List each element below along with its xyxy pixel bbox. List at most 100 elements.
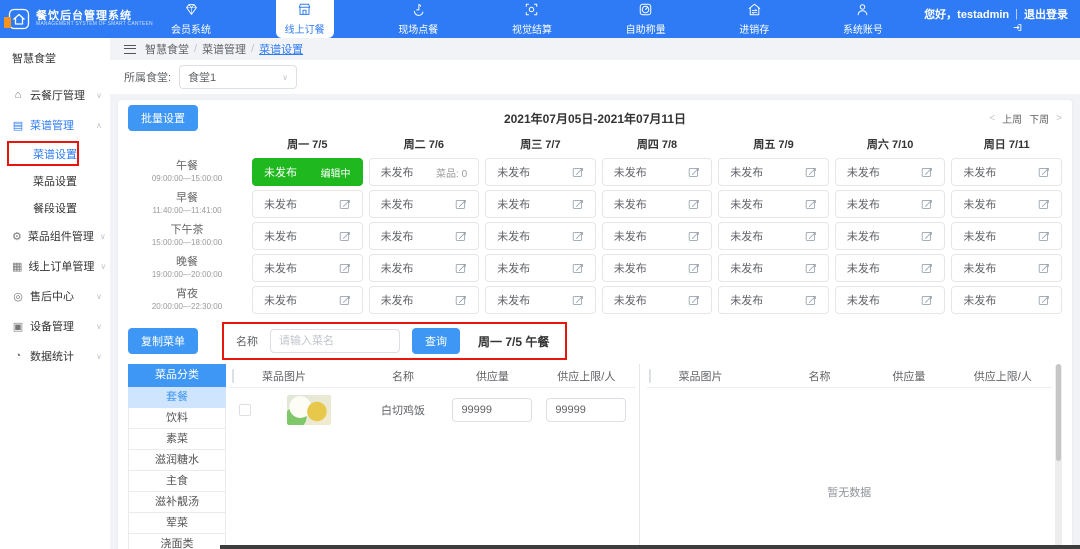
edit-icon[interactable] — [921, 230, 933, 242]
edit-icon[interactable] — [455, 230, 467, 242]
edit-icon[interactable] — [688, 294, 700, 306]
sidebar-group[interactable]: ⚙ 菜品组件管理 ∨ — [0, 221, 110, 251]
category-item[interactable]: 饮料 — [128, 408, 226, 429]
nav-item-onsite-order[interactable]: 现场点餐 — [389, 0, 447, 38]
supply-input[interactable] — [452, 398, 532, 422]
sidebar-group[interactable]: ◔ 数据统计 ∨ — [0, 341, 110, 371]
nav-item-vision-settle[interactable]: 视觉结算 — [503, 0, 561, 38]
breadcrumb-item[interactable]: 菜谱管理 — [202, 41, 246, 57]
schedule-cell[interactable]: 未发布 — [718, 158, 829, 186]
edit-icon[interactable] — [688, 230, 700, 242]
sidebar-group[interactable]: ▣ 设备管理 ∨ — [0, 311, 110, 341]
breadcrumb-item[interactable]: 菜谱设置 — [259, 41, 303, 57]
canteen-select[interactable]: 食堂1 ∨ — [179, 65, 297, 89]
schedule-cell[interactable]: 未发布 — [252, 254, 363, 282]
category-item[interactable]: 滋润糖水 — [128, 450, 226, 471]
prev-week-link[interactable]: 上周 — [1002, 111, 1022, 126]
edit-icon[interactable] — [1038, 166, 1050, 178]
schedule-cell[interactable]: 未发布 — [369, 286, 480, 314]
edit-icon[interactable] — [455, 198, 467, 210]
schedule-cell[interactable]: 未发布 — [485, 190, 596, 218]
edit-icon[interactable] — [572, 262, 584, 274]
collapse-menu-icon[interactable] — [124, 45, 136, 54]
schedule-cell[interactable]: 未发布 — [252, 286, 363, 314]
nav-item-system-account[interactable]: 系统账号 — [834, 0, 892, 38]
edit-icon[interactable] — [1038, 262, 1050, 274]
sidebar-group[interactable]: ▦ 线上订单管理 ∨ — [0, 251, 110, 281]
category-item[interactable]: 素菜 — [128, 429, 226, 450]
schedule-cell[interactable]: 未发布 — [485, 222, 596, 250]
schedule-cell[interactable]: 未发布编辑中 — [252, 158, 363, 186]
edit-icon[interactable] — [572, 198, 584, 210]
schedule-cell[interactable]: 未发布 — [718, 222, 829, 250]
schedule-cell[interactable]: 未发布 — [485, 158, 596, 186]
search-button[interactable]: 查询 — [412, 328, 460, 354]
schedule-cell[interactable]: 未发布 — [602, 158, 713, 186]
edit-icon[interactable] — [921, 198, 933, 210]
sidebar-subitem[interactable]: 餐段设置 — [0, 194, 110, 221]
category-item[interactable]: 浇面类 — [128, 534, 226, 549]
schedule-cell[interactable]: 未发布 — [252, 190, 363, 218]
select-all-checkbox[interactable] — [649, 369, 651, 383]
edit-icon[interactable] — [805, 294, 817, 306]
limit-per-person-input[interactable] — [546, 398, 626, 422]
schedule-cell[interactable]: 未发布 — [602, 190, 713, 218]
edit-icon[interactable] — [921, 294, 933, 306]
edit-icon[interactable] — [805, 230, 817, 242]
schedule-cell[interactable]: 未发布 — [835, 158, 946, 186]
edit-icon[interactable] — [572, 230, 584, 242]
edit-icon[interactable] — [921, 262, 933, 274]
batch-setting-button[interactable]: 批量设置 — [128, 105, 198, 131]
nav-item-inventory[interactable]: 进销存 — [730, 0, 778, 38]
edit-icon[interactable] — [339, 198, 351, 210]
schedule-cell[interactable]: 未发布 — [951, 190, 1062, 218]
edit-icon[interactable] — [455, 262, 467, 274]
schedule-cell[interactable]: 未发布 — [602, 222, 713, 250]
edit-icon[interactable] — [455, 294, 467, 306]
schedule-cell[interactable]: 未发布 — [485, 254, 596, 282]
edit-icon[interactable] — [572, 294, 584, 306]
logout-icon[interactable] — [1013, 23, 1022, 32]
schedule-cell[interactable]: 未发布 — [718, 254, 829, 282]
schedule-cell[interactable]: 未发布 — [369, 254, 480, 282]
schedule-cell[interactable]: 未发布 — [951, 254, 1062, 282]
schedule-cell[interactable]: 未发布 — [951, 286, 1062, 314]
schedule-cell[interactable]: 未发布 — [718, 286, 829, 314]
edit-icon[interactable] — [339, 294, 351, 306]
schedule-cell[interactable]: 未发布 — [252, 222, 363, 250]
schedule-cell[interactable]: 未发布 — [369, 222, 480, 250]
vertical-scrollbar[interactable] — [1055, 364, 1062, 549]
schedule-cell[interactable]: 未发布 — [602, 254, 713, 282]
edit-icon[interactable] — [1038, 230, 1050, 242]
edit-icon[interactable] — [1038, 294, 1050, 306]
edit-icon[interactable] — [805, 166, 817, 178]
edit-icon[interactable] — [572, 166, 584, 178]
schedule-cell[interactable]: 未发布 — [718, 190, 829, 218]
edit-icon[interactable] — [688, 198, 700, 210]
nav-item-online-order[interactable]: 线上订餐 — [276, 0, 334, 38]
schedule-cell[interactable]: 未发布 — [602, 286, 713, 314]
copy-menu-button[interactable]: 复制菜单 — [128, 328, 198, 354]
nav-item-self-weigh[interactable]: 自助称量 — [617, 0, 675, 38]
edit-icon[interactable] — [805, 262, 817, 274]
schedule-cell[interactable]: 未发布 — [951, 222, 1062, 250]
breadcrumb-item[interactable]: 智慧食堂 — [145, 41, 189, 57]
select-all-checkbox[interactable] — [232, 369, 234, 383]
category-item[interactable]: 套餐 — [128, 387, 226, 408]
schedule-cell[interactable]: 未发布 — [951, 158, 1062, 186]
edit-icon[interactable] — [805, 198, 817, 210]
edit-icon[interactable] — [688, 262, 700, 274]
edit-icon[interactable] — [339, 262, 351, 274]
schedule-cell[interactable]: 未发布 — [835, 254, 946, 282]
edit-icon[interactable] — [339, 230, 351, 242]
schedule-cell[interactable]: 未发布 — [835, 286, 946, 314]
schedule-cell[interactable]: 未发布 — [835, 222, 946, 250]
sidebar-subitem[interactable]: 菜谱设置 — [0, 140, 110, 167]
sidebar-group[interactable]: ⌂ 云餐厅管理 ∨ — [0, 80, 110, 110]
sidebar-group[interactable]: ◎ 售后中心 ∨ — [0, 281, 110, 311]
prev-week-arrow-icon[interactable]: < — [989, 113, 995, 124]
schedule-cell[interactable]: 未发布 — [369, 190, 480, 218]
category-item[interactable]: 主食 — [128, 471, 226, 492]
next-week-link[interactable]: 下周 — [1029, 111, 1049, 126]
sidebar-subitem[interactable]: 菜品设置 — [0, 167, 110, 194]
